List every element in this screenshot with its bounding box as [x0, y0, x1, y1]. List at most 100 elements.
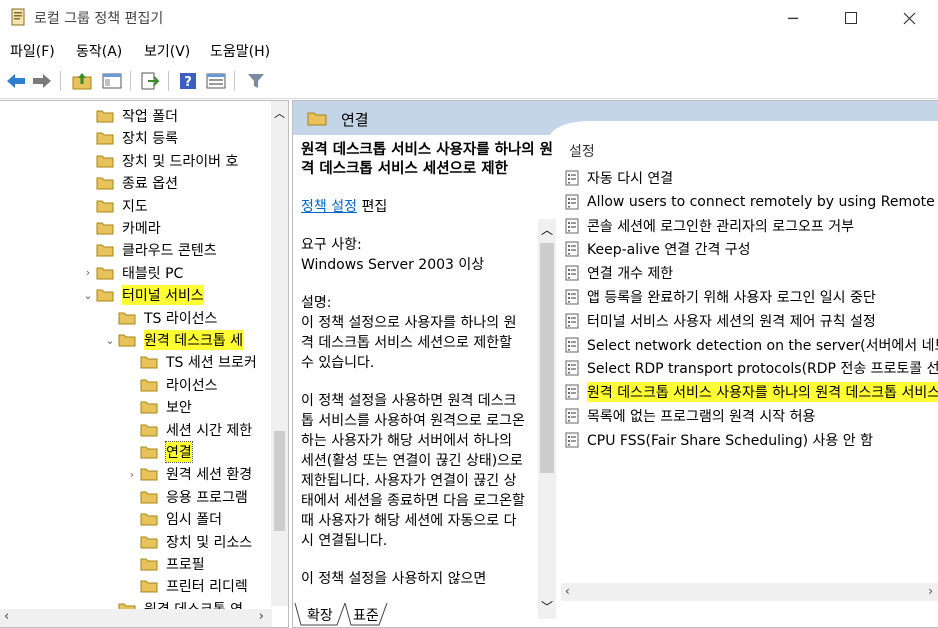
requirement-value: Windows Server 2003 이상 — [301, 257, 485, 273]
policy-list-item[interactable]: Keep-alive 연결 간격 구성 — [565, 238, 938, 260]
expand-chevron-icon[interactable]: › — [124, 468, 140, 481]
tree-item-label: 연결 — [165, 441, 193, 463]
policy-setting-icon — [565, 218, 579, 234]
close-button[interactable] — [886, 0, 932, 36]
tree-item[interactable]: 보안 — [124, 396, 192, 418]
folder-icon — [96, 155, 114, 168]
tree-horizontal-scrollbar[interactable]: ‹ › — [0, 609, 272, 627]
expand-chevron-icon[interactable]: › — [80, 266, 96, 279]
menu-action[interactable]: 동작(A) — [76, 41, 122, 61]
policy-list-item[interactable]: Select network detection on the server(서… — [565, 334, 938, 356]
properties-button[interactable] — [204, 70, 228, 92]
policy-setting-icon — [565, 289, 579, 305]
tree-item[interactable]: ⌄ 원격 데스크톱 세 — [102, 329, 244, 351]
show-hide-tree-button[interactable] — [100, 70, 124, 92]
tree-item-label: 클라우드 콘텐츠 — [122, 243, 217, 260]
tree-vertical-scrollbar[interactable]: ︿ — [271, 101, 288, 606]
help-icon: ? — [180, 73, 196, 90]
export-icon — [141, 72, 160, 90]
requirement-label: 요구 사항: — [301, 237, 362, 253]
tab-extended[interactable]: 확장 — [307, 605, 333, 625]
toolbar-separator — [130, 71, 131, 91]
filter-button[interactable] — [244, 70, 268, 92]
tree-item[interactable]: 종료 옵션 — [80, 172, 178, 194]
scroll-right-icon[interactable]: › — [928, 584, 933, 598]
scroll-up-icon[interactable]: ︿ — [538, 221, 556, 238]
tab-standard[interactable]: 표준 — [353, 605, 379, 625]
scroll-up-icon[interactable]: ︿ — [271, 105, 288, 121]
policy-setting-icon — [565, 360, 579, 376]
menu-help[interactable]: 도움말(H) — [210, 41, 270, 61]
tree-item[interactable]: 라이선스 — [124, 374, 218, 396]
tree-item[interactable]: 지도 — [80, 195, 148, 217]
tree-item[interactable]: › 태블릿 PC — [80, 262, 184, 284]
maximize-icon — [845, 12, 857, 24]
folder-icon — [118, 334, 136, 347]
policy-list-item[interactable]: Select RDP transport protocols(RDP 전송 프로… — [565, 357, 938, 379]
tree-item[interactable]: 임시 폴더 — [124, 508, 222, 530]
policy-label: 원격 데스크톱 서비스 사용자를 하나의 원격 데스크톱 서비스 세션으로 제한 — [587, 382, 938, 403]
policy-list-item[interactable]: 콘솔 세션에 로그인한 관리자의 로그오프 거부 — [565, 215, 938, 237]
policy-list-item[interactable]: 원격 데스크톱 서비스 사용자를 하나의 원격 데스크톱 서비스 세션으로 제한 — [565, 381, 938, 403]
help-button[interactable]: ? — [176, 70, 200, 92]
tree-item-label: 프린터 리디렉 — [166, 579, 248, 596]
details-header-title: 연결 — [341, 111, 369, 129]
export-list-button[interactable] — [138, 70, 162, 92]
tree-item[interactable]: 장치 및 리소스 — [124, 531, 252, 553]
minimize-button[interactable]: ─ — [770, 0, 816, 36]
maximize-button[interactable] — [828, 0, 874, 36]
settings-column-header[interactable]: 설정 — [569, 141, 595, 161]
policy-list-item[interactable]: 터미널 서비스 사용자 세션의 원격 제어 규칙 설정 — [565, 310, 938, 332]
expand-chevron-icon[interactable]: ⌄ — [80, 289, 96, 302]
toolbar-separator — [168, 71, 169, 91]
tree-item-label: 원격 세션 환경 — [166, 467, 253, 484]
tree-item[interactable]: 장치 등록 — [80, 127, 178, 149]
view-tabs: 확장 표준 — [293, 603, 938, 627]
scroll-left-icon[interactable]: ‹ — [565, 584, 570, 598]
tree-item[interactable]: 연결 — [124, 441, 193, 463]
tree-item[interactable]: TS 라이선스 — [102, 307, 217, 329]
scroll-left-icon[interactable]: ‹ — [4, 609, 9, 624]
policy-list-item[interactable]: 연결 개수 제한 — [565, 262, 938, 284]
policy-label: Keep-alive 연결 간격 구성 — [587, 242, 751, 259]
back-button[interactable] — [4, 70, 28, 92]
tree-item[interactable]: 작업 폴더 — [80, 105, 178, 127]
tree-item[interactable]: 프로필 — [124, 553, 205, 575]
folder-icon — [96, 110, 114, 123]
policy-description: 원격 데스크톱 서비스 사용자를 하나의 원격 데스크톱 서비스 세션으로 제한… — [301, 141, 555, 589]
tree-item[interactable]: 장치 및 드라이버 호 — [80, 150, 238, 172]
tree-item[interactable]: › 원격 세션 환경 — [124, 463, 252, 485]
tree-scroll-thumb[interactable] — [274, 431, 285, 531]
list-horizontal-scrollbar[interactable]: ‹ › — [561, 583, 938, 601]
policy-label: 자동 다시 연결 — [587, 171, 674, 187]
description-scroll-thumb[interactable] — [540, 243, 554, 473]
policy-list-item[interactable]: 앱 등록을 완료하기 위해 사용자 로그인 일시 중단 — [565, 286, 938, 308]
tree-item[interactable]: 프린터 리디렉 — [124, 575, 248, 597]
policy-list-item[interactable]: Allow users to connect remotely by using… — [565, 191, 938, 213]
expand-chevron-icon[interactable]: ⌄ — [102, 334, 118, 347]
up-level-button[interactable] — [70, 70, 94, 92]
tree-item[interactable]: ⌄ 터미널 서비스 — [80, 284, 204, 306]
policy-label: 목록에 없는 프로그램의 원격 시작 허용 — [587, 409, 816, 425]
policy-list-item[interactable]: 목록에 없는 프로그램의 원격 시작 허용 — [565, 405, 938, 427]
forward-button[interactable] — [30, 70, 54, 92]
tree-item[interactable]: 클라우드 콘텐츠 — [80, 239, 217, 261]
tree-item[interactable]: 카메라 — [80, 217, 161, 239]
menu-file[interactable]: 파일(F) — [10, 41, 55, 61]
scroll-right-icon[interactable]: › — [259, 609, 264, 624]
folder-icon — [96, 132, 114, 145]
tree-item[interactable]: 세션 시간 제한 — [124, 419, 252, 441]
policy-setting-icon — [565, 194, 579, 210]
policy-setting-icon — [565, 170, 579, 186]
policy-label: 터미널 서비스 사용자 세션의 원격 제어 규칙 설정 — [587, 313, 876, 330]
tree-item[interactable]: 응용 프로그램 — [124, 486, 248, 508]
folder-icon — [140, 580, 158, 593]
policy-label: Allow users to connect remotely by using… — [587, 193, 938, 210]
policy-settings-link[interactable]: 정책 설정 — [301, 199, 357, 215]
console-tree[interactable]: 작업 폴더 장치 등록 장치 및 드라이버 호 종료 옵션 지도 카메라클라우드 콘텐츠 ›… — [0, 100, 289, 628]
policy-list-item[interactable]: CPU FSS(Fair Share Scheduling) 사용 안 함 — [565, 429, 938, 451]
details-pane: 연결 원격 데스크톱 서비스 사용자를 하나의 원격 데스크톱 서비스 세션으로… — [292, 100, 938, 628]
tree-item[interactable]: TS 세션 브로커 — [124, 351, 257, 373]
policy-list-item[interactable]: 자동 다시 연결 — [565, 167, 938, 189]
menu-view[interactable]: 보기(V) — [144, 41, 190, 61]
